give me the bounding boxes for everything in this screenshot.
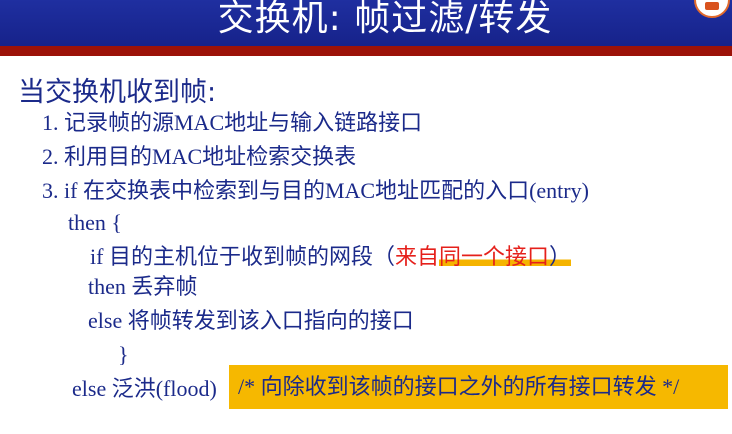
step-3: 3. if 在交换表中检索到与目的MAC地址匹配的入口(entry) [42, 178, 589, 203]
step-2: 2. 利用目的MAC地址检索交换表 [42, 144, 357, 169]
flood-comment: /* 向除收到该帧的接口之外的所有接口转发 */ [238, 374, 680, 399]
if-close: ） [548, 244, 571, 269]
else-forward: else 将帧转发到该入口指向的接口 [88, 308, 414, 333]
else-flood: else 泛洪(flood) [72, 376, 217, 401]
title-bar: 交换机: 帧过滤/转发 [0, 0, 732, 46]
then-drop: then 丢弃帧 [88, 274, 198, 299]
if-prefix: if 目的主机位于收到帧的网段（ [90, 244, 395, 269]
then-open: then { [68, 210, 122, 235]
if-emphasis-a: 来自 [394, 244, 439, 269]
if-emphasis-b: 同一个接口 [438, 244, 549, 269]
accent-band [0, 46, 732, 56]
close-brace: } [118, 342, 129, 367]
intro-text: 当交换机收到帧: [18, 77, 217, 108]
if-condition: if 目的主机位于收到帧的网段（来自同一个接口） [90, 244, 571, 270]
step-1: 1. 记录帧的源MAC地址与输入链路接口 [42, 110, 423, 135]
slide-title: 交换机: 帧过滤/转发 [217, 0, 553, 39]
